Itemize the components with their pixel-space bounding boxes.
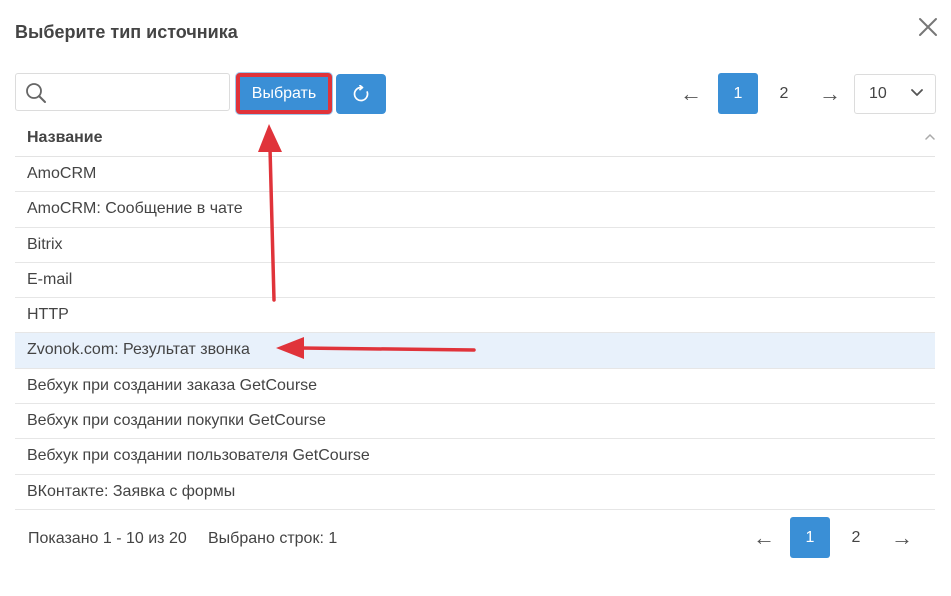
- table-row[interactable]: HTTP: [15, 298, 935, 334]
- row-label: Zvonok.com: Результат звонка: [27, 341, 250, 359]
- search-icon: [25, 82, 47, 104]
- table-row-selected[interactable]: Zvonok.com: Результат звонка: [15, 333, 935, 369]
- close-icon[interactable]: [917, 16, 939, 38]
- row-label: Вебхук при создании пользователя GetCour…: [27, 447, 370, 465]
- chevron-down-icon: [911, 89, 923, 96]
- next-page-button[interactable]: →: [810, 73, 850, 114]
- row-label: Bitrix: [27, 235, 63, 253]
- table-row[interactable]: Вебхук при создании покупки GetCourse: [15, 404, 935, 440]
- row-label: E-mail: [27, 270, 73, 288]
- row-label: Вебхук при создании покупки GetCourse: [27, 412, 326, 430]
- row-label: AmoCRM: Сообщение в чате: [27, 200, 243, 218]
- table-row[interactable]: Вебхук при создании заказа GetCourse: [15, 369, 935, 405]
- page-1-button[interactable]: 1: [718, 73, 758, 114]
- page-size-value: 10: [869, 85, 887, 102]
- row-label: Вебхук при создании заказа GetCourse: [27, 376, 318, 394]
- table-header[interactable]: Название: [15, 120, 935, 157]
- shown-count: Показано 1 - 10 из 20: [28, 530, 187, 547]
- search-input[interactable]: [52, 75, 227, 109]
- refresh-button[interactable]: [336, 74, 386, 114]
- dialog-title: Выберите тип источника: [15, 22, 238, 42]
- table-row[interactable]: Вебхук при создании пользователя GetCour…: [15, 439, 935, 475]
- row-label: AmoCRM: [27, 165, 97, 182]
- footer-page-1-button[interactable]: 1: [790, 517, 830, 558]
- column-title: Название: [27, 129, 103, 146]
- table-row[interactable]: E-mail: [15, 263, 935, 299]
- selected-count: Выбрано строк: 1: [208, 530, 338, 547]
- refresh-icon: [353, 85, 369, 102]
- table-row[interactable]: Bitrix: [15, 228, 935, 263]
- table-row[interactable]: AmoCRM: [15, 157, 935, 193]
- footer-next-page-button[interactable]: →: [882, 517, 922, 558]
- select-button[interactable]: Выбрать: [236, 73, 332, 114]
- source-table: Название AmoCRM AmoCRM: Сообщение в чате…: [15, 120, 935, 510]
- table-row[interactable]: ВКонтакте: Заявка с формы: [15, 475, 935, 510]
- row-label: HTTP: [27, 306, 69, 324]
- search-box[interactable]: [15, 73, 230, 111]
- prev-page-button[interactable]: ←: [671, 73, 711, 114]
- table-row[interactable]: AmoCRM: Сообщение в чате: [15, 192, 935, 228]
- table-footer: Показано 1 - 10 из 20 Выбрано строк: 1 ←…: [15, 517, 935, 561]
- footer-page-2-button[interactable]: 2: [836, 517, 876, 558]
- sort-up-icon[interactable]: [925, 133, 935, 140]
- page-size-select[interactable]: 10: [854, 74, 936, 114]
- toolbar: Выбрать ← 1 2 → 10: [15, 73, 936, 115]
- row-label: ВКонтакте: Заявка с формы: [27, 482, 236, 500]
- footer-prev-page-button[interactable]: ←: [744, 517, 784, 558]
- page-2-button[interactable]: 2: [764, 73, 804, 114]
